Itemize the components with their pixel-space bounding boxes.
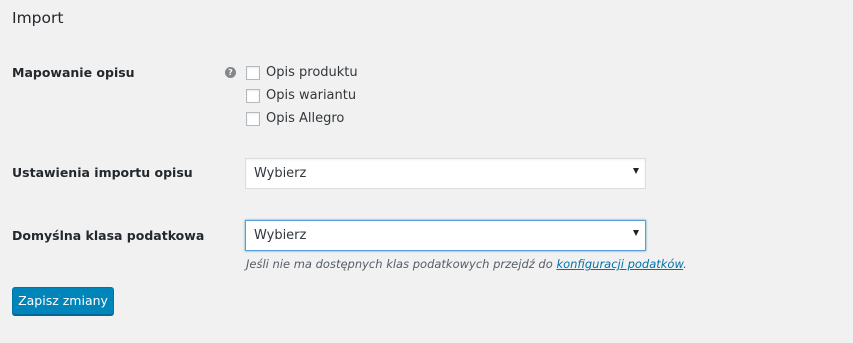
description-import-settings-value: Wybierz xyxy=(254,166,307,181)
tax-class-description-text: Jeśli nie ma dostępnych klas podatkowych… xyxy=(246,257,557,271)
product-description-checkbox[interactable] xyxy=(246,66,260,80)
question-circle-icon[interactable]: ? xyxy=(225,67,236,78)
save-changes-button[interactable]: Zapisz zmiany xyxy=(12,287,114,315)
description-mapping-label: Mapowanie opisu xyxy=(12,65,135,80)
default-tax-class-label: Domyślna klasa podatkowa xyxy=(12,228,205,243)
section-title: Import xyxy=(12,9,64,27)
default-tax-class-select[interactable]: Wybierz xyxy=(245,220,646,251)
chevron-down-icon xyxy=(633,168,639,174)
default-tax-class-value: Wybierz xyxy=(254,228,307,243)
tax-settings-link[interactable]: konfiguracji podatków xyxy=(556,257,683,271)
product-description-checkbox-label[interactable]: Opis produktu xyxy=(266,65,358,81)
variant-description-checkbox-label[interactable]: Opis wariantu xyxy=(266,88,356,104)
description-import-settings-select[interactable]: Wybierz xyxy=(245,158,646,189)
tax-class-description: Jeśli nie ma dostępnych klas podatkowych… xyxy=(246,257,687,271)
checkbox-row-product-description[interactable]: Opis produktu xyxy=(246,65,358,81)
tax-class-description-suffix: . xyxy=(683,257,687,271)
allegro-description-checkbox-label[interactable]: Opis Allegro xyxy=(266,111,344,127)
checkbox-row-variant-description[interactable]: Opis wariantu xyxy=(246,88,356,104)
description-import-settings-label: Ustawienia importu opisu xyxy=(12,165,193,180)
allegro-description-checkbox[interactable] xyxy=(246,112,260,126)
checkbox-row-allegro-description[interactable]: Opis Allegro xyxy=(246,111,344,127)
chevron-down-icon xyxy=(633,230,639,236)
variant-description-checkbox[interactable] xyxy=(246,89,260,103)
